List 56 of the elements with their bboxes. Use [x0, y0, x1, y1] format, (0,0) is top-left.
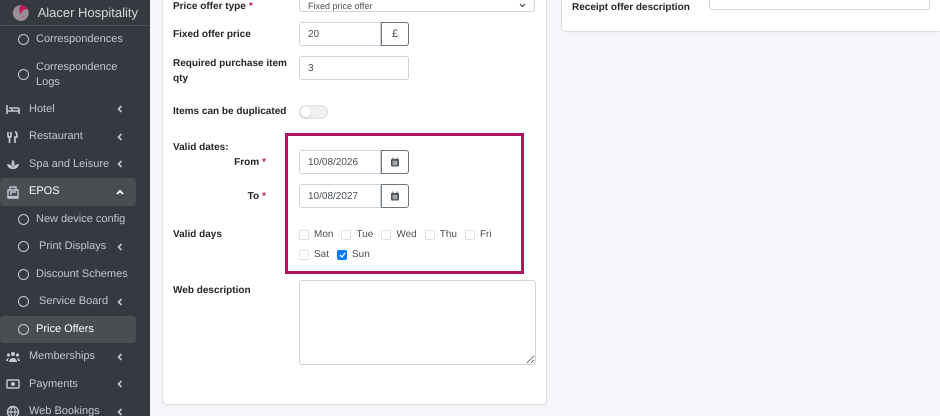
day-label: Sun [352, 248, 370, 262]
sidebar-item[interactable]: Correspondence Logs [0, 54, 136, 96]
toggle-switch[interactable] [299, 104, 328, 118]
users-icon [6, 350, 20, 364]
field-label: Web description [173, 284, 252, 298]
sidebar-item[interactable]: Discount Schemes [0, 260, 136, 288]
field-label: Price offer type * [173, 0, 254, 14]
field-label: Required purchase item qty [173, 57, 288, 86]
sidebar-item[interactable]: Memberships [0, 343, 136, 370]
day-label: Mon [314, 228, 334, 242]
brand-name: Alacer Hospitality [38, 4, 138, 22]
cutlery-icon [6, 130, 20, 144]
sidebar-item[interactable]: Restaurant [0, 123, 136, 150]
day-label: Sat [314, 248, 330, 262]
sidebar-item[interactable]: New device config [0, 206, 136, 233]
field-label: Valid dates: [173, 141, 230, 155]
sidebar-item[interactable]: Hotel [0, 96, 136, 123]
sidebar-item[interactable]: Spa and Leisure [0, 150, 136, 178]
required-mark: * [248, 0, 253, 12]
field-label: Fixed offer price [173, 28, 252, 42]
sidebar-item[interactable]: Print Displays [0, 233, 136, 260]
sidebar-item[interactable]: Price Offers [0, 316, 136, 343]
cash-register-icon [6, 184, 20, 199]
sidebar-item[interactable]: EPOS [0, 178, 136, 206]
calendar-button[interactable] [381, 184, 409, 208]
day-label: Wed [396, 228, 417, 242]
input-field[interactable]: 20 [299, 22, 381, 46]
sidebar-item[interactable]: Payments [0, 370, 136, 398]
calendar-icon [390, 191, 400, 201]
field-label: Valid days [173, 228, 222, 242]
bed-icon [6, 102, 20, 116]
date-field[interactable]: 10/08/2027 [299, 184, 381, 208]
input-field[interactable]: 3 [299, 56, 409, 80]
sidebar-item[interactable]: Correspondences [0, 26, 136, 54]
chevron-down-icon [519, 3, 526, 8]
sidebar-item[interactable]: Service Board [0, 288, 136, 316]
calendar-icon [390, 157, 400, 167]
day-label: Thu [440, 228, 457, 242]
required-mark: * [262, 156, 266, 168]
text-area[interactable] [299, 280, 536, 365]
banknote-icon [6, 377, 20, 392]
day-label: Tue [356, 228, 374, 242]
select-field[interactable]: Fixed price offer [299, 0, 535, 12]
date-field[interactable]: 10/08/2026 [299, 150, 381, 174]
required-mark: * [262, 190, 266, 202]
field-label: Items can be duplicated [173, 105, 288, 119]
currency-addon: £ [381, 22, 409, 46]
logo-icon [12, 2, 30, 22]
field-label: To * [248, 190, 266, 204]
day-label: Fri [480, 228, 492, 242]
input-field[interactable] [709, 0, 930, 10]
calendar-button[interactable] [381, 150, 409, 174]
field-label: Receipt offer description [572, 1, 691, 15]
checkbox[interactable] [337, 250, 348, 260]
globe-icon [6, 404, 20, 416]
field-label: From * [234, 156, 266, 170]
